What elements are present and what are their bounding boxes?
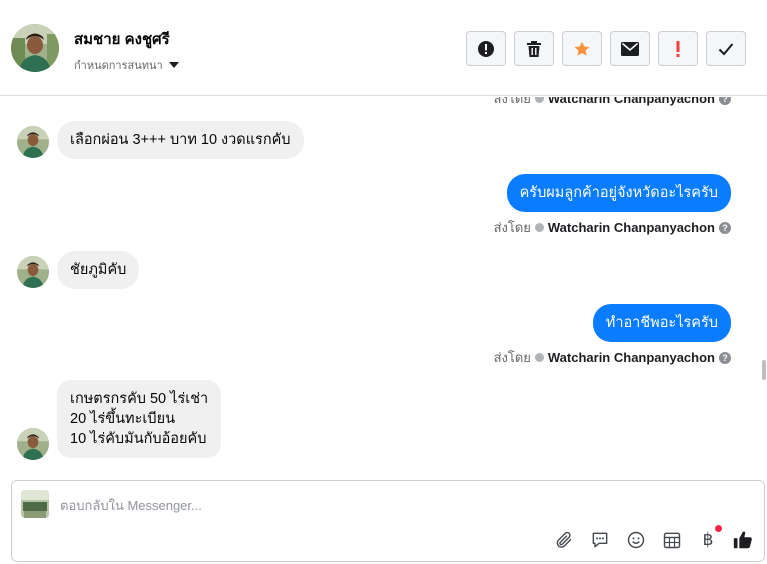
page-avatar (21, 490, 49, 518)
contact-avatar[interactable] (11, 24, 59, 72)
sent-by-label: ส่งโดย Watcharin Chanpanyachon ? (494, 217, 731, 238)
contact-name: สมชาย คงชูศรี (74, 31, 170, 48)
sender-name: Watcharin Chanpanyachon (547, 220, 715, 235)
thread-scrollbar[interactable] (761, 97, 767, 469)
sender-name: Watcharin Chanpanyachon (547, 97, 715, 106)
sent-by-prefix: ส่งโดย (493, 220, 531, 235)
contact-avatar-small[interactable] (17, 126, 49, 158)
trash-icon (526, 40, 542, 58)
assign-conversation-label: กำหนดการสนทนา (74, 60, 163, 72)
outgoing-message[interactable]: ครับผมลูกค้าอยู่จังหวัดอะไรครับ (506, 174, 731, 212)
help-icon[interactable]: ? (719, 351, 731, 364)
payment-icon[interactable]: ฿ (696, 525, 722, 552)
sent-status-icon (534, 353, 544, 362)
help-icon[interactable]: ? (719, 221, 731, 234)
message-text: เลือกผ่อน 3+++ บาท 10 งวดแรกคับ (70, 132, 291, 148)
message-text: ครับผมลูกค้าอยู่จังหวัดอะไรครับ (519, 185, 718, 201)
message-text-line: เกษตรกรคับ 50 ไร่เช่า (70, 391, 209, 407)
help-icon[interactable]: ? (719, 97, 731, 105)
exclamation-icon (675, 40, 681, 58)
envelope-icon (621, 41, 639, 56)
conversation-header: สมชาย คงชูศรี กำหนดการสนทนา (0, 0, 767, 96)
sent-by-prefix: ส่งโดย (493, 97, 531, 106)
mark-done-button[interactable] (706, 31, 746, 66)
message-text-line: 10 ไร่คับมันกับอ้อยคับ (70, 431, 207, 447)
message-thread[interactable]: ส่งโดย Watcharin Chanpanyachon ? เลือกผ่… (0, 97, 767, 469)
contact-avatar-small[interactable] (17, 256, 49, 288)
thumbs-up-icon[interactable] (731, 528, 755, 552)
notification-dot (715, 525, 722, 532)
sent-by-prefix: ส่งโดย (493, 350, 531, 365)
check-icon (718, 42, 734, 56)
message-text: ทำอาชีพอะไรครับ (605, 315, 718, 331)
scrollbar-thumb[interactable] (762, 360, 766, 380)
delete-button[interactable] (514, 31, 554, 66)
sent-status-icon (534, 97, 544, 103)
outgoing-message[interactable]: ทำอาชีพอะไรครับ (592, 304, 731, 342)
caret-down-icon (168, 62, 179, 68)
sent-by-label: ส่งโดย Watcharin Chanpanyachon ? (494, 347, 731, 368)
incoming-message[interactable]: เกษตรกรคับ 50 ไร่เช่า 20 ไร่ขึ้นทะเบียน … (57, 380, 222, 458)
sender-name: Watcharin Chanpanyachon (547, 350, 715, 365)
star-icon (573, 40, 591, 58)
contact-avatar-small[interactable] (17, 428, 49, 460)
message-text-line: 20 ไร่ขึ้นทะเบียน (70, 411, 175, 427)
mark-unread-button[interactable] (610, 31, 650, 66)
baht-symbol: ฿ (702, 530, 714, 550)
alert-circle-icon (477, 40, 495, 58)
reply-composer: ฿ (11, 480, 765, 562)
incoming-message[interactable]: ชัยภูมิคับ (57, 251, 140, 289)
reply-input[interactable] (60, 495, 540, 515)
sent-by-label: ส่งโดย Watcharin Chanpanyachon ? (494, 97, 731, 109)
appointment-icon[interactable] (660, 528, 684, 552)
paperclip-icon[interactable] (552, 528, 576, 552)
incoming-message[interactable]: เลือกผ่อน 3+++ บาท 10 งวดแรกคับ (57, 121, 304, 159)
assign-conversation-dropdown[interactable]: กำหนดการสนทนา (74, 56, 179, 74)
mark-spam-button[interactable] (466, 31, 506, 66)
follow-up-button[interactable] (658, 31, 698, 66)
saved-replies-icon[interactable] (588, 528, 612, 552)
message-text: ชัยภูมิคับ (70, 262, 127, 278)
sent-status-icon (534, 223, 544, 232)
star-button[interactable] (562, 31, 602, 66)
emoji-icon[interactable] (624, 528, 648, 552)
